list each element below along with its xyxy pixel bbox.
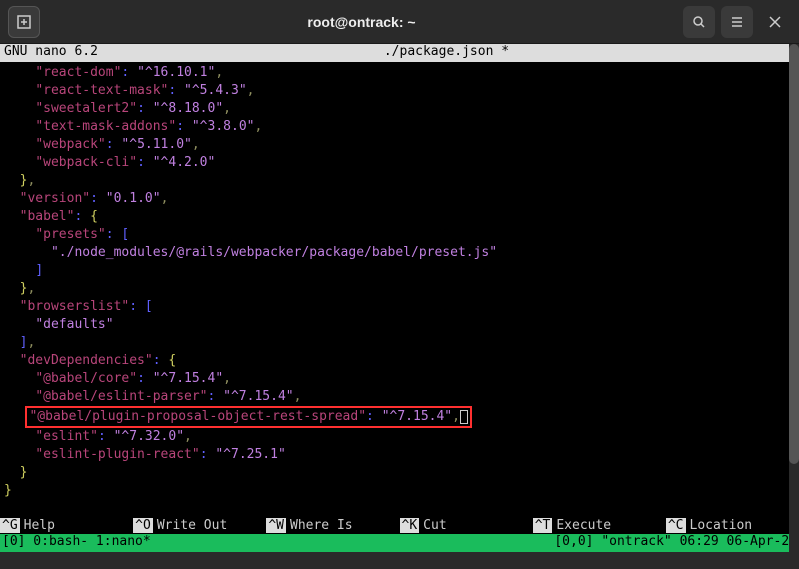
window-titlebar: root@ontrack: ~ (0, 0, 799, 44)
window-title: root@ontrack: ~ (48, 14, 675, 30)
cmd-execute: ^TExecute (533, 516, 666, 534)
nano-shortcuts: ^GHelp ^OWrite Out ^WWhere Is ^KCut ^TEx… (0, 516, 799, 534)
highlighted-line: "@babel/plugin-proposal-object-rest-spre… (25, 406, 471, 428)
cmd-cut: ^KCut (400, 516, 533, 534)
tmux-clock: [0,0] "ontrack" 06:29 06-Apr-24 (554, 534, 797, 552)
cmd-location: ^CLocation (666, 516, 799, 534)
cmd-help: ^GHelp (0, 516, 133, 534)
tmux-status-bar: [0] 0:bash- 1:nano* [0,0] "ontrack" 06:2… (0, 534, 799, 552)
close-button[interactable] (759, 6, 791, 38)
cmd-whereis: ^WWhere Is (266, 516, 399, 534)
tmux-windows: [0] 0:bash- 1:nano* (2, 534, 554, 552)
nano-filename: ./package.json * (98, 44, 795, 62)
scrollbar[interactable] (789, 44, 799, 569)
menu-button[interactable] (721, 6, 753, 38)
cursor (460, 410, 468, 424)
editor-area[interactable]: "react-dom": "^16.10.1", "react-text-mas… (0, 62, 799, 516)
new-tab-button[interactable] (8, 6, 40, 38)
scrollbar-thumb[interactable] (789, 44, 799, 464)
nano-version: GNU nano 6.2 (4, 44, 98, 62)
cmd-writeout: ^OWrite Out (133, 516, 266, 534)
nano-header: GNU nano 6.2 ./package.json * (0, 44, 799, 62)
search-button[interactable] (683, 6, 715, 38)
